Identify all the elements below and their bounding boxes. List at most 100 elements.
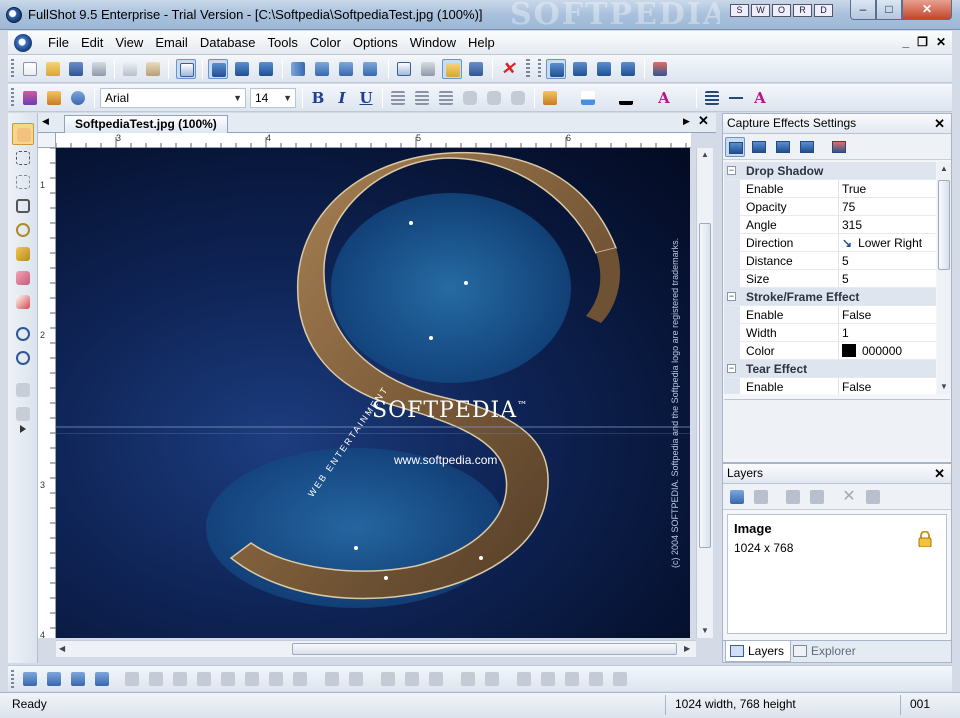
layer-properties-icon[interactable]	[751, 487, 771, 507]
hand-tool-icon[interactable]	[12, 123, 34, 145]
preview-icon[interactable]	[394, 59, 414, 79]
mdi-close-button[interactable]: ✕	[936, 35, 946, 49]
align-center-icon[interactable]	[412, 88, 432, 108]
category-tear-effect[interactable]: − Tear Effect	[724, 360, 936, 378]
tab-layers[interactable]: Layers	[725, 641, 792, 662]
menu-window[interactable]: Window	[404, 35, 462, 50]
capture-desktop-icon[interactable]	[546, 59, 566, 79]
flatten-layer-icon[interactable]	[863, 487, 883, 507]
db-doc-icon[interactable]	[194, 669, 214, 689]
paste-icon[interactable]	[143, 59, 163, 79]
fit-image-icon[interactable]	[208, 59, 228, 79]
callout-3-icon[interactable]	[508, 88, 528, 108]
prop-row[interactable]: Enable True	[724, 180, 936, 198]
bold-button[interactable]: B	[308, 89, 328, 107]
grid-scroll-down-icon[interactable]: ▼	[940, 382, 948, 391]
capture-settings-icon[interactable]	[650, 59, 670, 79]
palette-expand-icon[interactable]	[12, 425, 34, 437]
mail-3-icon[interactable]	[562, 669, 582, 689]
merge-layer-icon[interactable]	[807, 487, 827, 507]
effect-region-icon[interactable]	[773, 137, 793, 157]
line-style-icon[interactable]	[702, 88, 722, 108]
open-folder-icon[interactable]	[43, 59, 63, 79]
align-right-icon[interactable]	[436, 88, 456, 108]
color-swatch[interactable]	[842, 344, 856, 357]
capture-region-icon[interactable]	[570, 59, 590, 79]
menu-database[interactable]: Database	[194, 35, 262, 50]
select-tool-icon[interactable]	[12, 147, 34, 169]
text-outline-button[interactable]: A	[750, 89, 770, 107]
scroll-up-icon[interactable]: ▲	[701, 150, 709, 159]
document-tab[interactable]: SoftpediaTest.jpg (100%)	[64, 115, 228, 133]
effect-object-icon[interactable]	[797, 137, 817, 157]
db-move-icon[interactable]	[242, 669, 262, 689]
capture-effects-close-icon[interactable]: ✕	[934, 114, 945, 133]
text-color-button[interactable]: A	[654, 89, 674, 107]
text-effect-icon[interactable]	[44, 88, 64, 108]
toolbar-grip[interactable]	[11, 59, 14, 79]
underline-button[interactable]: U	[356, 89, 376, 107]
delete-layer-icon[interactable]: ✕	[839, 487, 859, 507]
menu-help[interactable]: Help	[462, 35, 501, 50]
prop-row[interactable]: Color 000000	[724, 342, 936, 360]
thumbnail-view-icon[interactable]	[92, 669, 112, 689]
scroll-down-icon[interactable]: ▼	[701, 626, 709, 635]
duplicate-layer-icon[interactable]	[783, 487, 803, 507]
effect-settings-icon[interactable]	[829, 137, 849, 157]
marquee-tool-icon[interactable]	[12, 171, 34, 193]
nav-back-icon[interactable]	[458, 669, 478, 689]
document-close-icon[interactable]: ✕	[698, 113, 709, 129]
horizontal-scroll-thumb[interactable]	[292, 643, 677, 655]
fill-color-icon[interactable]	[540, 88, 560, 108]
eraser-tool-icon[interactable]	[12, 267, 34, 289]
scroll-left-icon[interactable]: ◀	[59, 644, 65, 653]
db-remove-icon[interactable]	[146, 669, 166, 689]
background-color-icon[interactable]	[578, 88, 598, 108]
grid-view-icon[interactable]	[322, 669, 342, 689]
tile-view-icon[interactable]	[346, 669, 366, 689]
menu-color[interactable]: Color	[304, 35, 347, 50]
db-link-icon[interactable]	[170, 669, 190, 689]
text-style-icon[interactable]	[20, 88, 40, 108]
prop-row[interactable]: Angle 315	[724, 216, 936, 234]
prop-row[interactable]: Size 5	[724, 270, 936, 288]
prop-row[interactable]: Enable False	[724, 306, 936, 324]
db-copy-icon[interactable]	[218, 669, 238, 689]
mail-4-icon[interactable]	[586, 669, 606, 689]
layer-item[interactable]: Image 1024 x 768	[727, 514, 947, 634]
close-button[interactable]: ✕	[902, 0, 952, 20]
effect-desktop-icon[interactable]	[725, 137, 745, 157]
font-size-select[interactable]: 14 ▼	[250, 88, 296, 108]
vertical-scrollbar[interactable]: ▲ ▼	[696, 148, 713, 638]
save-icon[interactable]	[66, 59, 86, 79]
prop-row[interactable]: Direction ↘ Lower Right	[724, 234, 936, 252]
menu-email[interactable]: Email	[149, 35, 194, 50]
lasso-tool-icon[interactable]	[12, 219, 34, 241]
line-color-icon[interactable]	[616, 88, 636, 108]
horizontal-scrollbar[interactable]: ◀ ▶	[56, 640, 696, 657]
category-stroke-frame[interactable]: − Stroke/Frame Effect	[724, 288, 936, 306]
app-icon[interactable]	[6, 7, 22, 23]
effect-window-icon[interactable]	[749, 137, 769, 157]
tab-explorer[interactable]: Explorer	[789, 641, 862, 662]
zoom-out-icon[interactable]	[12, 347, 34, 369]
print-preview-icon[interactable]	[418, 59, 438, 79]
redo-tool-icon[interactable]	[12, 403, 34, 425]
new-file-icon[interactable]	[20, 59, 40, 79]
zoom-in-icon[interactable]	[12, 323, 34, 345]
copy-icon[interactable]	[120, 59, 140, 79]
text-info-icon[interactable]	[68, 88, 88, 108]
db-search-icon[interactable]	[266, 669, 286, 689]
menu-tools[interactable]: Tools	[261, 35, 303, 50]
capture-icon[interactable]	[20, 669, 40, 689]
align-left-icon[interactable]	[388, 88, 408, 108]
menu-options[interactable]: Options	[347, 35, 404, 50]
arrow-style-icon[interactable]	[726, 88, 746, 108]
mail-icon[interactable]	[514, 669, 534, 689]
category-drop-shadow[interactable]: − Drop Shadow	[724, 162, 936, 180]
mail-5-icon[interactable]	[610, 669, 630, 689]
flip-vertical-icon[interactable]	[312, 59, 332, 79]
pencil-tool-icon[interactable]	[12, 243, 34, 265]
layers-close-icon[interactable]: ✕	[934, 464, 945, 483]
minimize-button[interactable]: –	[850, 0, 876, 20]
